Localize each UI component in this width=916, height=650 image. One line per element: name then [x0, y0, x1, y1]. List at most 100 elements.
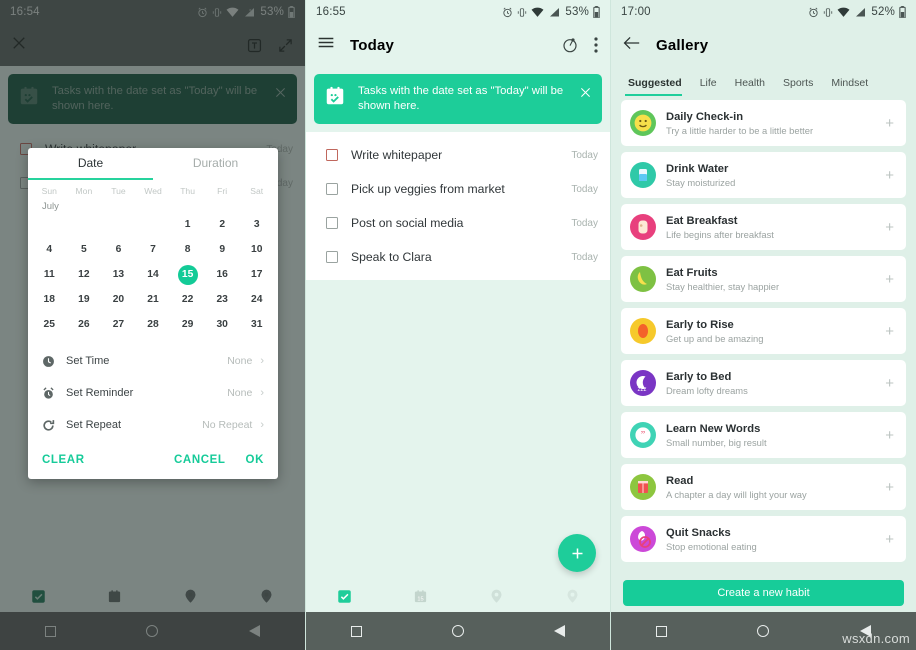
add-habit-icon[interactable]: +: [885, 168, 894, 183]
tab-mindset[interactable]: Mindset: [822, 77, 877, 96]
overflow-menu-icon[interactable]: [594, 37, 598, 53]
task-row[interactable]: Post on social media Today: [306, 206, 610, 240]
calendar-day[interactable]: 27: [101, 319, 136, 330]
tab-sports[interactable]: Sports: [774, 77, 822, 96]
set-time-row[interactable]: Set Time None ›: [28, 345, 278, 377]
calendar-day[interactable]: 13: [101, 269, 136, 280]
tab-health[interactable]: Health: [726, 77, 774, 96]
calendar-day[interactable]: 24: [239, 294, 274, 305]
tab-duration[interactable]: Duration: [153, 148, 278, 180]
calendar-day[interactable]: 4: [32, 244, 67, 255]
set-reminder-row[interactable]: Set Reminder None ›: [28, 377, 278, 409]
task-checkbox[interactable]: [326, 217, 338, 229]
tab-date[interactable]: Date: [28, 148, 153, 180]
add-habit-icon[interactable]: +: [885, 480, 894, 495]
calendar-day[interactable]: 6: [101, 244, 136, 255]
habit-card[interactable]: Drink Water Stay moisturized +: [621, 152, 906, 198]
water-glass-icon: [630, 162, 656, 188]
calendar-day[interactable]: 9: [205, 244, 240, 255]
tasks-tab[interactable]: [306, 589, 382, 604]
cancel-button[interactable]: CANCEL: [174, 454, 226, 466]
recents-button[interactable]: [351, 625, 362, 637]
add-habit-icon[interactable]: +: [885, 272, 894, 287]
back-arrow-icon[interactable]: [623, 36, 640, 55]
set-time-label: Set Time: [66, 355, 110, 367]
habit-card[interactable]: Read A chapter a day will light your way…: [621, 464, 906, 510]
habit-card[interactable]: Eat Breakfast Life begins after breakfas…: [621, 204, 906, 250]
watermark: wsxdn.com: [842, 631, 910, 646]
svg-text:15: 15: [417, 596, 423, 602]
calendar-day[interactable]: 31: [239, 319, 274, 330]
ok-button[interactable]: OK: [246, 454, 264, 466]
calendar-day[interactable]: 14: [136, 269, 171, 280]
habit-card[interactable]: Eat Fruits Stay healthier, stay happier …: [621, 256, 906, 302]
habit-card[interactable]: Quit Snacks Stop emotional eating +: [621, 516, 906, 562]
add-habit-icon[interactable]: +: [885, 116, 894, 131]
back-button[interactable]: [554, 625, 565, 637]
task-row[interactable]: Write whitepaper Today: [306, 138, 610, 172]
task-checkbox[interactable]: [326, 251, 338, 263]
add-habit-icon[interactable]: +: [885, 532, 894, 547]
alarm-icon: [40, 386, 56, 400]
hamburger-menu-icon[interactable]: [318, 36, 334, 54]
calendar-day[interactable]: 18: [32, 294, 67, 305]
calendar-day[interactable]: 7: [136, 244, 171, 255]
calendar-day[interactable]: 2: [205, 219, 240, 230]
bread-icon: [630, 214, 656, 240]
calendar-day[interactable]: 1: [170, 219, 205, 230]
calendar-day[interactable]: 8: [170, 244, 205, 255]
places-tab[interactable]: [458, 589, 534, 604]
tab-life[interactable]: Life: [691, 77, 726, 96]
calendar-day-selected[interactable]: 15: [170, 264, 205, 285]
recents-button[interactable]: [656, 625, 668, 637]
add-task-fab[interactable]: [558, 534, 596, 572]
habit-name: Learn New Words: [666, 422, 761, 435]
phone-panel-middle: 16:55 53% Today Tasks with the date set …: [305, 0, 610, 650]
app-bar: Today: [306, 24, 610, 66]
calendar-day[interactable]: 22: [170, 294, 205, 305]
task-checkbox[interactable]: [326, 183, 338, 195]
add-habit-icon[interactable]: +: [885, 220, 894, 235]
calendar-day[interactable]: 30: [205, 319, 240, 330]
calendar-day[interactable]: 21: [136, 294, 171, 305]
calendar-day[interactable]: 19: [67, 294, 102, 305]
habit-card[interactable]: Daily Check-in Try a little harder to be…: [621, 100, 906, 146]
habits-tab[interactable]: [534, 589, 610, 604]
habit-card[interactable]: zzz Early to Bed Dream lofty dreams +: [621, 360, 906, 406]
calendar-day[interactable]: 12: [67, 269, 102, 280]
task-row[interactable]: Speak to Clara Today: [306, 240, 610, 274]
calendar-day[interactable]: 16: [205, 269, 240, 280]
home-button[interactable]: [757, 625, 770, 637]
calendar-week: 11 12 13 14 15 16 17: [32, 262, 274, 287]
set-repeat-row[interactable]: Set Repeat No Repeat ›: [28, 409, 278, 441]
chevron-right-icon: ›: [260, 355, 264, 367]
calendar-day[interactable]: 25: [32, 319, 67, 330]
status-icons: 52%: [808, 6, 906, 18]
add-habit-icon[interactable]: +: [885, 428, 894, 443]
calendar-day[interactable]: 29: [170, 319, 205, 330]
calendar-day[interactable]: 23: [205, 294, 240, 305]
calendar-day[interactable]: 20: [101, 294, 136, 305]
pomodoro-timer-icon[interactable]: [562, 37, 578, 53]
clear-button[interactable]: CLEAR: [42, 454, 85, 466]
tab-suggested[interactable]: Suggested: [625, 77, 691, 96]
calendar-day[interactable]: 11: [32, 269, 67, 280]
calendar-day[interactable]: 17: [239, 269, 274, 280]
habit-card[interactable]: Early to Rise Get up and be amazing +: [621, 308, 906, 354]
task-checkbox[interactable]: [326, 149, 338, 161]
create-new-habit-button[interactable]: Create a new habit: [623, 580, 904, 606]
set-repeat-label: Set Repeat: [66, 419, 122, 431]
calendar-tab[interactable]: 15: [382, 589, 458, 604]
add-habit-icon[interactable]: +: [885, 376, 894, 391]
calendar-day[interactable]: 10: [239, 244, 274, 255]
calendar-day[interactable]: 5: [67, 244, 102, 255]
calendar-day[interactable]: 3: [239, 219, 274, 230]
add-habit-icon[interactable]: +: [885, 324, 894, 339]
banner-close-icon[interactable]: [580, 85, 594, 103]
task-list: Write whitepaper Today Pick up veggies f…: [306, 132, 610, 280]
habit-card[interactable]: ” Learn New Words Small number, big resu…: [621, 412, 906, 458]
home-button[interactable]: [452, 625, 464, 637]
task-row[interactable]: Pick up veggies from market Today: [306, 172, 610, 206]
calendar-day[interactable]: 28: [136, 319, 171, 330]
calendar-day[interactable]: 26: [67, 319, 102, 330]
